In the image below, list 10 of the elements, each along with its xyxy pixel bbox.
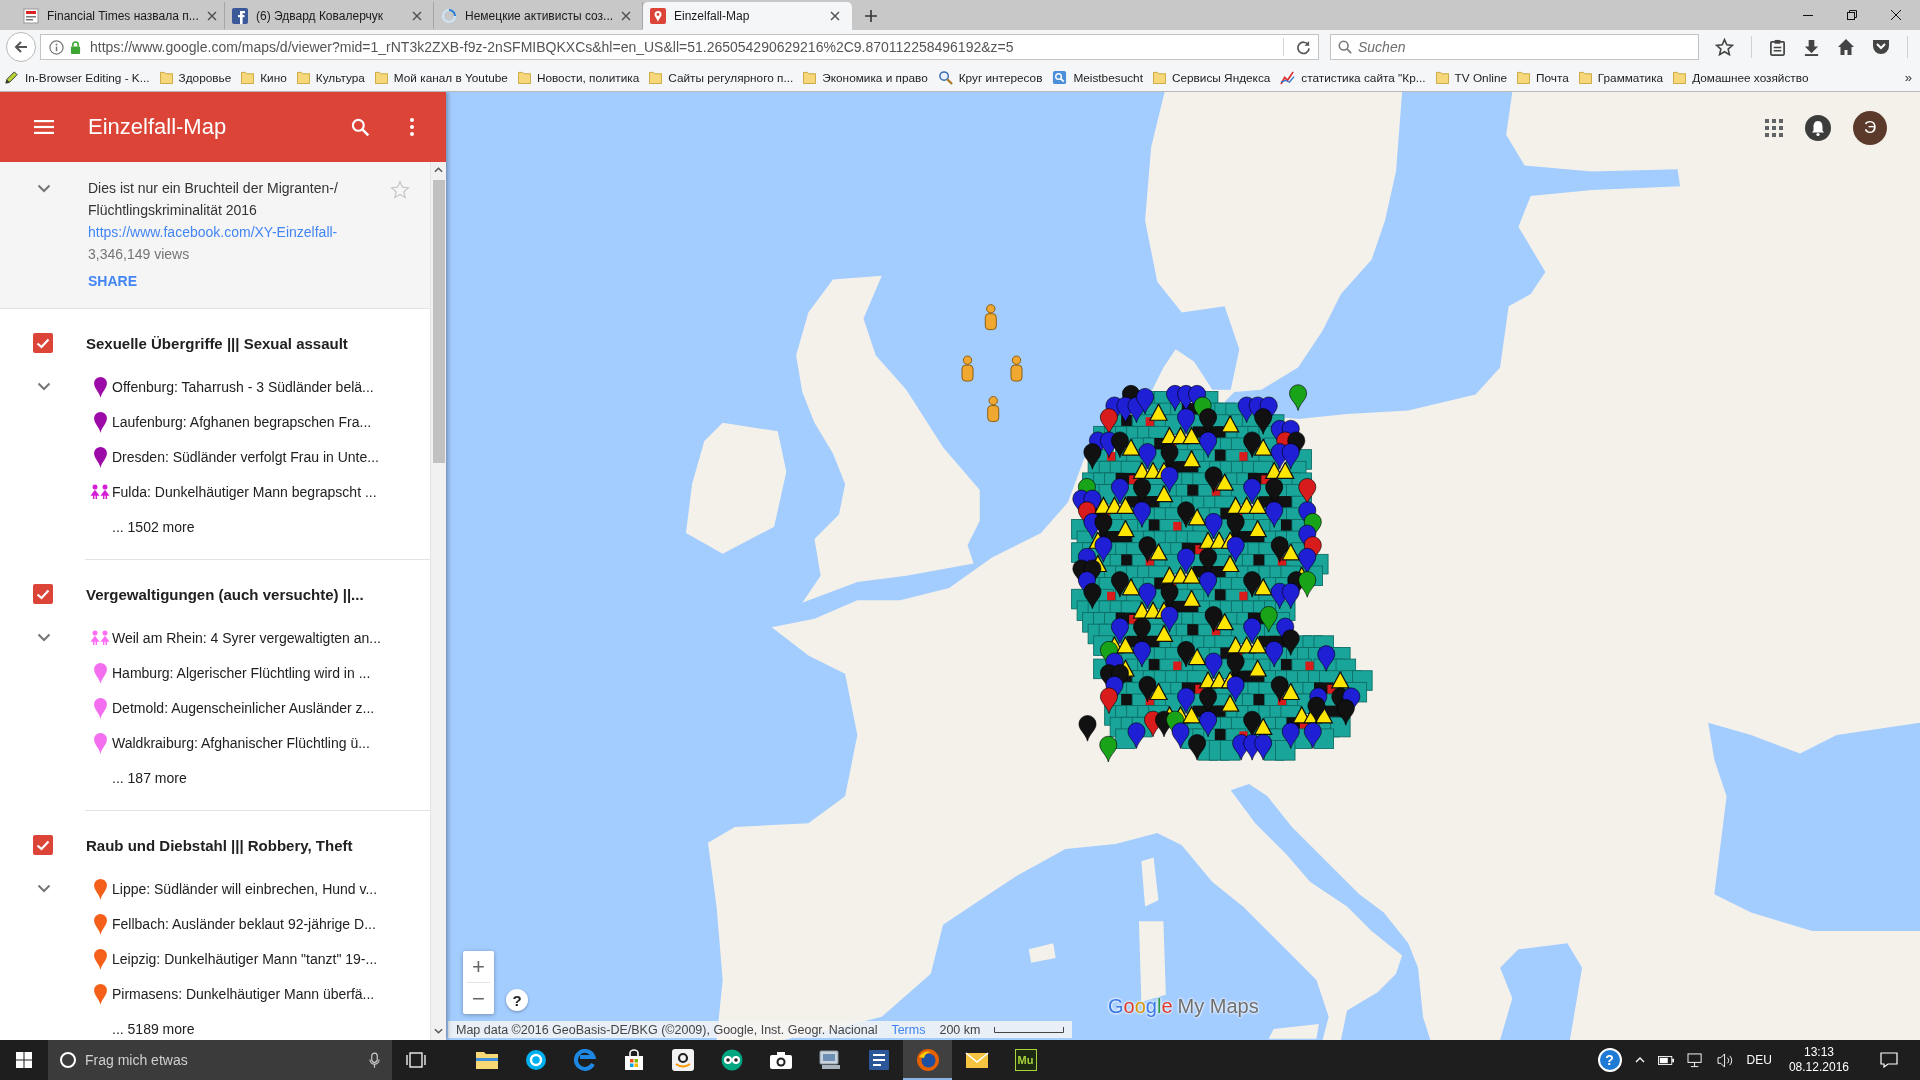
view-count: 3,346,149 views (88, 245, 191, 264)
layer-title: Sexuelle Übergriffe ||| Sexual assault (86, 334, 349, 352)
product-name: My Maps (1177, 995, 1259, 1018)
scale-label: 200 km (939, 1022, 981, 1037)
brand-logo: Google (1108, 995, 1173, 1018)
map-title: Einzelfall-Map (88, 114, 227, 140)
layer-title: Vergewaltigungen (auch versuchte) ||... (86, 585, 365, 603)
attribution-text: Map data ©2016 GeoBasis-DE/BKG (©2009), Google, Inst. Geogr. Nacional (456, 1022, 878, 1037)
map-description: Dies ist nur ein Bruchteil der Migranten-/Flüchtlingskriminalität 2016 (88, 179, 339, 220)
layer-title: Raub und Diebstahl ||| Robbery, Theft (86, 836, 354, 854)
